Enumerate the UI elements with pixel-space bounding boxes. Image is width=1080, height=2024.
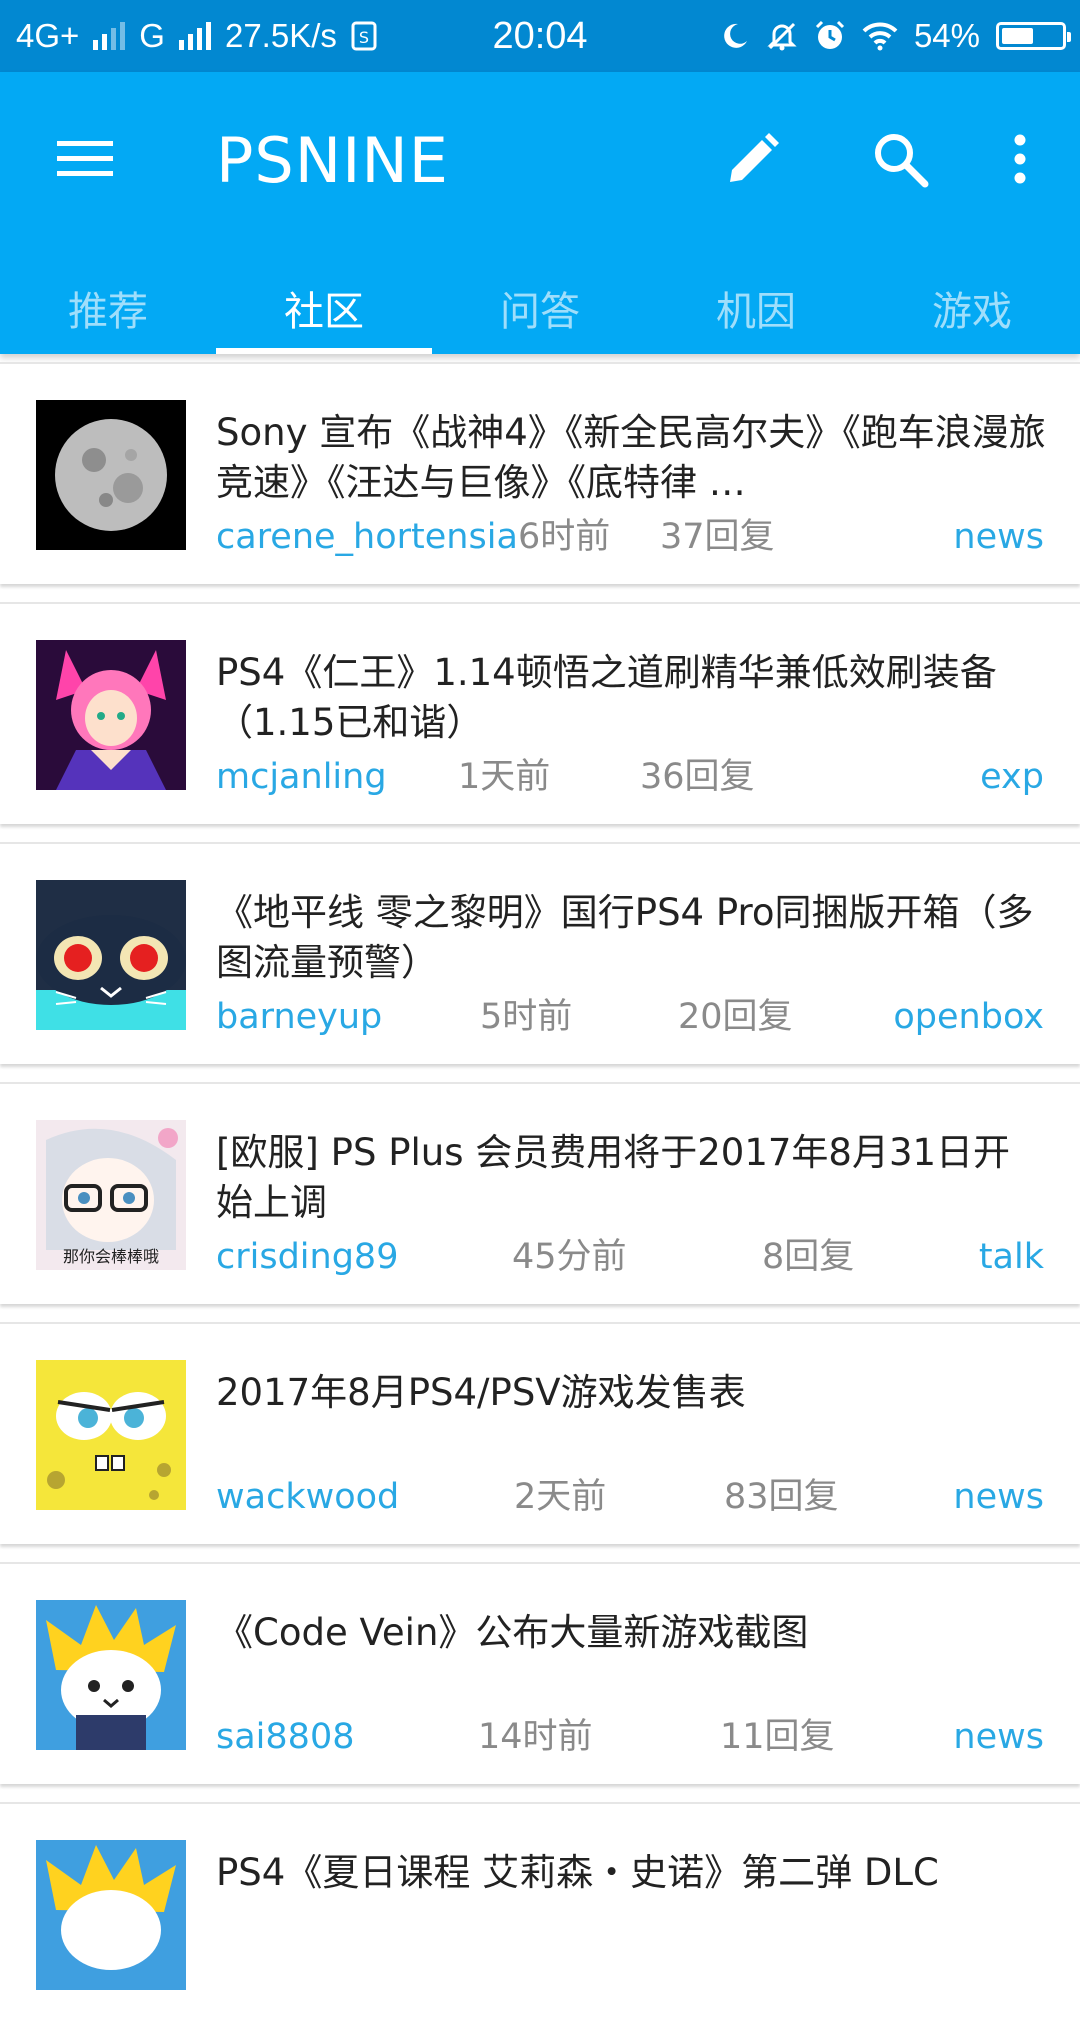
category-tag[interactable]: openbox: [893, 994, 1044, 1040]
topic-meta: carene_hortensia 6时前 37回复 news: [216, 514, 1044, 560]
signal-icon: [93, 22, 126, 50]
reply-count: 36回复: [640, 757, 755, 797]
moon-avatar-image: [36, 400, 186, 550]
hamburger-menu-icon: [57, 141, 113, 176]
spiky-cat-avatar-image: [36, 1600, 186, 1750]
cat-avatar-image: [36, 880, 186, 1030]
tab-recommend[interactable]: 推荐: [0, 262, 216, 354]
sponge-avatar-image: [36, 1360, 186, 1510]
post-time: 5时前: [480, 997, 573, 1037]
topic-title[interactable]: [欧服] PS Plus 会员费用将于2017年8月31日开始上调: [216, 1128, 1046, 1228]
reply-count: 11回复: [720, 1717, 835, 1757]
more-vert-icon: [1014, 134, 1026, 184]
signal-icon-2: [178, 22, 211, 50]
avatar[interactable]: [36, 400, 186, 550]
search-button[interactable]: [855, 114, 945, 204]
network-type-2: G: [139, 17, 165, 54]
status-bar: 4G+ G 27.5K/s S 20:04 54%: [0, 0, 1080, 72]
post-time: 1天前: [458, 757, 551, 797]
author-link[interactable]: mcjanling: [216, 754, 387, 800]
author-link[interactable]: wackwood: [216, 1474, 399, 1520]
battery-icon: [996, 22, 1071, 50]
avatar[interactable]: [36, 640, 186, 790]
topic-meta: barneyup 5时前 20回复 openbox: [216, 994, 1044, 1040]
category-tag[interactable]: news: [953, 514, 1044, 560]
avatar[interactable]: [36, 1840, 186, 1990]
post-time: 14时前: [478, 1717, 593, 1757]
topic-card[interactable]: 《Code Vein》公布大量新游戏截图 sai8808 14时前 11回复 n…: [0, 1562, 1080, 1784]
category-tag[interactable]: news: [953, 1474, 1044, 1520]
wifi-icon: [862, 22, 898, 51]
status-left: 4G+ G 27.5K/s S: [16, 0, 377, 72]
topic-title[interactable]: 《地平线 零之黎明》国行PS4 Pro同捆版开箱（多图流量预警）: [216, 888, 1046, 988]
reply-count: 83回复: [724, 1477, 839, 1517]
topic-meta: mcjanling 1天前 36回复 exp: [216, 754, 1044, 800]
spiky-cat-avatar-image: [36, 1840, 186, 1990]
topic-title[interactable]: 《Code Vein》公布大量新游戏截图: [216, 1608, 1046, 1708]
category-tag[interactable]: talk: [979, 1234, 1044, 1280]
fox-girl-avatar-image: [36, 640, 186, 790]
tab-qa[interactable]: 问答: [432, 262, 648, 354]
menu-button[interactable]: [40, 114, 130, 204]
app-title: PSNINE: [216, 124, 449, 197]
tab-bar: 推荐 社区 问答 机因 游戏: [0, 262, 1080, 354]
topic-card[interactable]: PS4《夏日课程 艾莉森・史诺》第二弹 DLC: [0, 1802, 1080, 2024]
topic-card[interactable]: 那你会棒棒哦 [欧服] PS Plus 会员费用将于2017年8月31日开始上调…: [0, 1082, 1080, 1304]
tab-games[interactable]: 游戏: [864, 262, 1080, 354]
notifications-off-icon: [767, 22, 797, 51]
category-tag[interactable]: exp: [980, 754, 1044, 800]
post-time: 2天前: [514, 1477, 607, 1517]
reply-count: 8回复: [762, 1237, 855, 1277]
topic-title[interactable]: PS4《仁王》1.14顿悟之道刷精华兼低效刷装备（1.15已和谐）: [216, 648, 1046, 748]
network-speed: 27.5K/s: [224, 17, 337, 54]
author-link[interactable]: sai8808: [216, 1714, 354, 1760]
author-link[interactable]: crisding89: [216, 1234, 398, 1280]
moon-icon: [724, 23, 747, 48]
topic-title[interactable]: Sony 宣布《战神4》《新全民高尔夫》《跑车浪漫旅 竞速》《汪达与巨像》《底特…: [216, 408, 1046, 508]
avatar[interactable]: [36, 1360, 186, 1510]
topic-card[interactable]: PS4《仁王》1.14顿悟之道刷精华兼低效刷装备（1.15已和谐） mcjanl…: [0, 602, 1080, 824]
topic-card[interactable]: 《地平线 零之黎明》国行PS4 Pro同捆版开箱（多图流量预警） barneyu…: [0, 842, 1080, 1064]
status-right: 54%: [720, 0, 1071, 72]
post-time: 45分前: [512, 1237, 627, 1277]
network-type-1: 4G+: [16, 17, 80, 54]
app-bar: PSNINE 推荐 社区 问答 机因 游戏: [0, 72, 1080, 354]
avatar[interactable]: [36, 1600, 186, 1750]
more-options-button[interactable]: [1000, 114, 1040, 204]
compose-button[interactable]: [708, 114, 798, 204]
avatar[interactable]: 那你会棒棒哦: [36, 1120, 186, 1270]
topic-card[interactable]: 2017年8月PS4/PSV游戏发售表 wackwood 2天前 83回复 ne…: [0, 1322, 1080, 1544]
author-link[interactable]: barneyup: [216, 994, 382, 1040]
topic-meta: crisding89 45分前 8回复 talk: [216, 1234, 1044, 1280]
topic-card[interactable]: Sony 宣布《战神4》《新全民高尔夫》《跑车浪漫旅 竞速》《汪达与巨像》《底特…: [0, 362, 1080, 584]
tab-community[interactable]: 社区: [216, 262, 432, 354]
search-icon: [875, 134, 929, 188]
avatar-caption: 那你会棒棒哦: [63, 1247, 159, 1266]
topic-meta: sai8808 14时前 11回复 news: [216, 1714, 1044, 1760]
anime-girl-avatar-image: 那你会棒棒哦: [36, 1120, 186, 1270]
battery-percent: 54%: [913, 17, 980, 54]
author-link[interactable]: carene_hortensia: [216, 514, 518, 560]
topic-list: Sony 宣布《战神4》《新全民高尔夫》《跑车浪漫旅 竞速》《汪达与巨像》《底特…: [0, 354, 1080, 2024]
reply-count: 20回复: [678, 997, 793, 1037]
tab-gene[interactable]: 机因: [648, 262, 864, 354]
topic-title[interactable]: PS4《夏日课程 艾莉森・史诺》第二弹 DLC: [216, 1848, 1046, 1948]
pencil-icon: [730, 133, 779, 182]
app-notification-icon: S: [351, 21, 377, 51]
category-tag[interactable]: news: [953, 1714, 1044, 1760]
topic-meta: wackwood 2天前 83回复 news: [216, 1474, 1044, 1520]
reply-count: 37回复: [660, 517, 775, 557]
alarm-icon: [815, 20, 844, 49]
avatar[interactable]: [36, 880, 186, 1030]
post-time: 6时前: [518, 517, 611, 557]
svg-text:S: S: [359, 28, 369, 47]
topic-title[interactable]: 2017年8月PS4/PSV游戏发售表: [216, 1368, 1046, 1468]
